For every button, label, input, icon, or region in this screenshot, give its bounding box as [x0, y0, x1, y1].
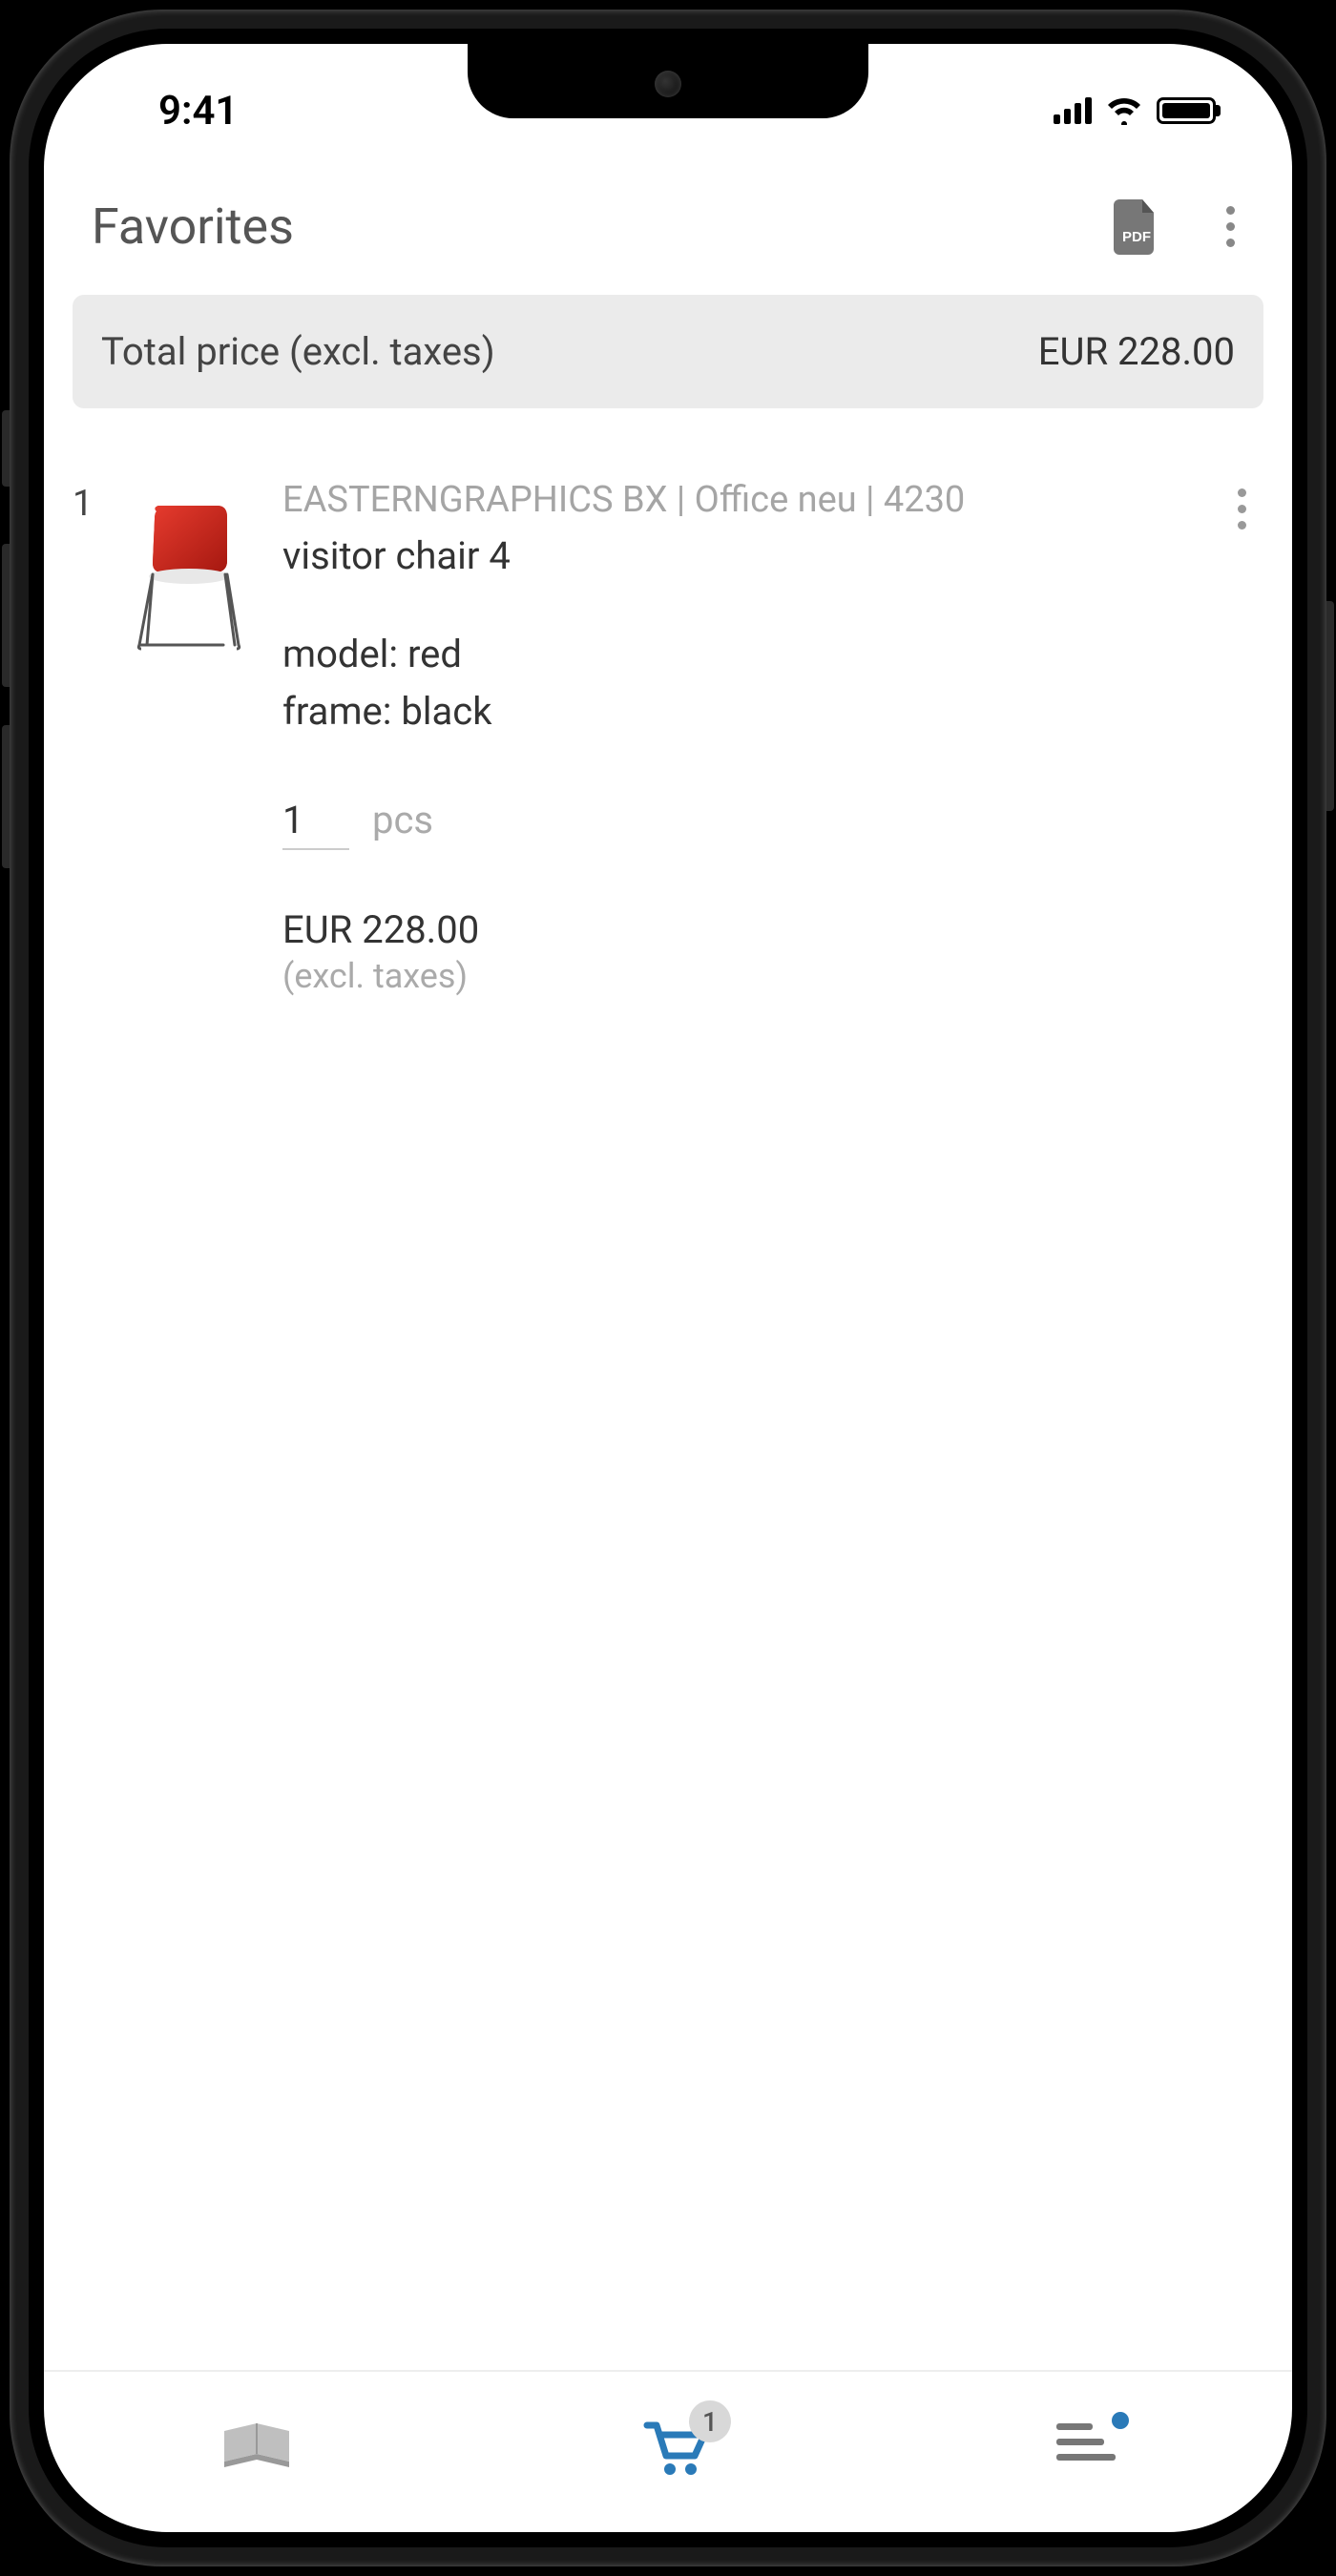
nav-cart-button[interactable]: 1: [605, 2410, 746, 2488]
page-title: Favorites: [92, 197, 294, 256]
bottom-nav: 1: [44, 2370, 1292, 2532]
item-price-note: (excl. taxes): [282, 956, 1263, 996]
item-index: 1: [73, 475, 101, 996]
total-price-value: EUR 228.00: [1038, 329, 1235, 374]
nav-list-button[interactable]: [1018, 2410, 1156, 2475]
list-icon: [1056, 2420, 1117, 2465]
total-price-label: Total price (excl. taxes): [101, 329, 495, 374]
total-price-bar: Total price (excl. taxes) EUR 228.00: [73, 295, 1263, 408]
item-more-options-icon[interactable]: [1230, 481, 1254, 537]
wifi-icon: [1105, 96, 1143, 125]
more-options-icon[interactable]: [1217, 197, 1244, 257]
cellular-signal-icon: [1054, 97, 1092, 124]
status-time: 9:41: [101, 88, 238, 135]
quantity-unit: pcs: [372, 798, 433, 842]
item-breadcrumb: EASTERNGRAPHICS BX | Office neu | 4230: [282, 475, 1263, 526]
favorite-item-row[interactable]: 1: [73, 475, 1263, 996]
battery-icon: [1157, 97, 1216, 124]
item-attribute-frame: frame: black: [282, 683, 1263, 740]
svg-text:PDF: PDF: [1122, 229, 1151, 245]
notification-dot-icon: [1112, 2412, 1129, 2429]
item-name: visitor chair 4: [282, 533, 1263, 578]
item-attribute-model: model: red: [282, 626, 1263, 683]
nav-catalog-button[interactable]: [180, 2410, 333, 2488]
cart-badge: 1: [689, 2400, 731, 2442]
product-thumbnail: [130, 504, 254, 656]
book-icon: [219, 2420, 295, 2475]
quantity-input[interactable]: [282, 798, 349, 850]
pdf-export-icon[interactable]: PDF: [1114, 199, 1159, 255]
item-price: EUR 228.00: [282, 907, 1263, 952]
